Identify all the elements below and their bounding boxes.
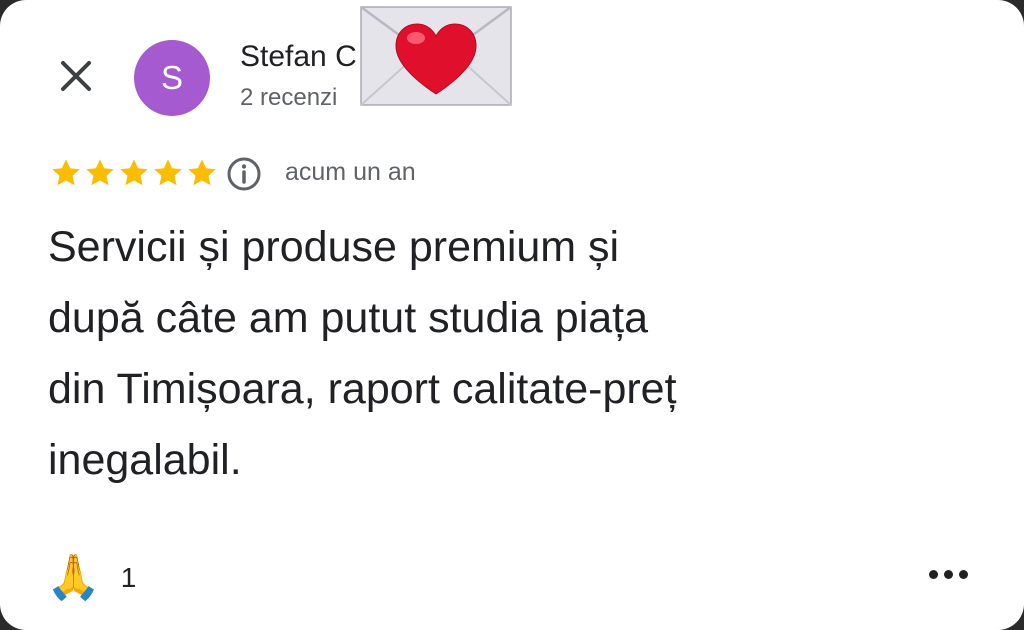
- star-icon: [120, 159, 148, 186]
- folded-hands-icon: 🙏: [46, 553, 101, 602]
- avatar-letter: S: [160, 59, 183, 96]
- close-button[interactable]: [52, 52, 100, 100]
- more-options-icon: [928, 569, 938, 579]
- review-card: S Stefan Cu 2 recenzi acum un an Servici…: [0, 0, 1024, 630]
- review-line: după câte am putut studia piața: [48, 294, 649, 342]
- star-rating: [50, 156, 218, 192]
- review-line: din Timișoara, raport calitate-preț: [48, 365, 677, 413]
- avatar[interactable]: S: [134, 40, 210, 116]
- more-options-icon: [958, 569, 968, 579]
- review-line: inegalabil.: [48, 436, 242, 484]
- reviewer-name-start: Stefan C: [240, 40, 357, 73]
- more-options-button[interactable]: [920, 554, 976, 594]
- reaction-count: 1: [120, 562, 137, 593]
- review-line: Servicii și produse premium și: [48, 223, 620, 271]
- review-text: Servicii și produse premium și după câte…: [48, 212, 988, 496]
- reviewer-review-count: 2 recenzi: [240, 84, 338, 111]
- reaction-button[interactable]: 🙏 1: [46, 552, 136, 604]
- star-icon: [52, 159, 80, 186]
- close-icon: [61, 61, 91, 91]
- info-icon[interactable]: [226, 156, 262, 192]
- more-options-icon: [943, 569, 953, 579]
- love-letter-icon: [360, 6, 512, 106]
- star-icon: [86, 159, 114, 186]
- review-time: acum un an: [285, 158, 416, 186]
- star-icon: [154, 159, 182, 186]
- star-icon: [188, 159, 216, 186]
